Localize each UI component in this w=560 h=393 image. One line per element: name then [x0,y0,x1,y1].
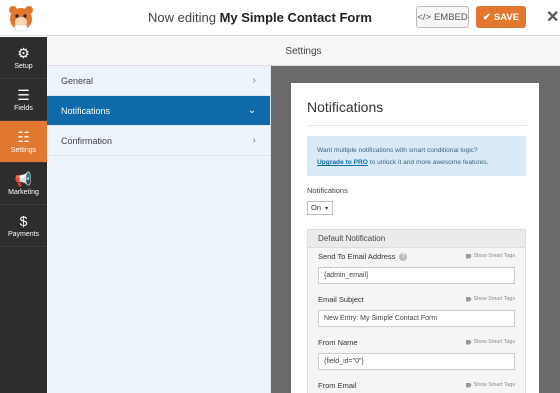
settings-nav-label: General [61,75,94,86]
chevron-right-icon: › [252,75,256,86]
settings-nav: General › Notifications ⌄ Confirmation › [47,66,271,393]
upgrade-notice-suffix: to unlock it and more awesome features. [367,159,489,166]
sidebar-item-setup[interactable]: ⚙ Setup [0,37,47,79]
settings-nav-label: Confirmation [61,135,113,146]
settings-nav-label: Notifications [61,105,111,116]
tag-icon [465,382,472,388]
sliders-icon: ☷ [17,129,30,145]
checkmark-icon: ✔ [482,11,491,23]
show-smart-tags-link[interactable]: Show Smart Tags [465,296,515,302]
gear-icon: ⚙ [17,45,30,61]
tag-icon [465,296,472,302]
default-notification-box: Default Notification Send To Email Addre… [307,229,526,393]
settings-nav-confirmation[interactable]: Confirmation › [47,126,270,156]
notifications-value: On [311,203,322,212]
sidebar-item-marketing[interactable]: 📢 Marketing [0,163,47,205]
email-subject-field: Email Subject Show Smart Tags New Entry:… [318,295,515,327]
show-smart-tags-link[interactable]: Show Smart Tags [465,253,515,259]
top-bar: Now editing My Simple Contact Form </> E… [0,0,560,36]
chevron-down-icon: ⌄ [247,105,256,116]
settings-nav-general[interactable]: General › [47,66,270,96]
upgrade-notice-text: Want multiple notifications with smart c… [317,147,478,154]
email-subject-input[interactable]: New Entry: My Simple Contact Form [318,310,515,327]
chevron-right-icon: › [252,135,256,146]
code-icon: </> [417,11,431,23]
show-smart-tags-link[interactable]: Show Smart Tags [465,339,515,345]
form-name: My Simple Contact Form [219,10,372,25]
sidebar-item-settings[interactable]: ☷ Settings [0,121,47,163]
field-label: Send To Email Address [318,252,396,261]
upgrade-link[interactable]: Upgrade to PRO [317,159,368,166]
tag-icon [465,339,472,345]
sidebar-item-label: Payments [7,231,40,238]
editing-prefix: Now editing [148,10,216,25]
sidebar-item-label: Setup [14,63,33,70]
megaphone-icon: 📢 [14,171,33,187]
default-notification-title: Default Notification [308,230,525,248]
from-email-field: From Email Show Smart Tags [318,381,515,390]
list-icon: ☰ [17,87,30,103]
send-to-email-field: Send To Email Address ? Show Smart Tags … [318,252,515,284]
panel-title: Notifications [307,99,384,115]
select-arrow-icon: ▾ [325,206,329,212]
notifications-label: Notifications [307,186,348,195]
notifications-select[interactable]: On ▾ [307,201,333,215]
notifications-panel: Notifications Want multiple notification… [291,83,539,393]
embed-button[interactable]: </> EMBED [416,6,469,28]
sidebar-item-label: Marketing [8,189,39,196]
upgrade-notice: Want multiple notifications with smart c… [307,136,526,176]
panel-divider [307,125,527,126]
save-label: SAVE [493,11,520,23]
sidebar-item-payments[interactable]: $ Payments [0,205,47,247]
settings-header: Settings [47,37,560,66]
help-icon[interactable]: ? [399,252,408,261]
show-smart-tags-link[interactable]: Show Smart Tags [465,382,515,388]
send-to-email-input[interactable]: {admin_email} [318,267,515,284]
sidebar-item-label: Settings [10,147,37,154]
save-button[interactable]: ✔ SAVE [476,6,526,28]
close-icon[interactable]: ✕ [546,7,559,27]
from-name-input[interactable]: {field_id="0"} [318,353,515,370]
from-name-field: From Name Show Smart Tags {field_id="0"} [318,338,515,370]
tag-icon [465,253,472,259]
sidebar-item-fields[interactable]: ☰ Fields [0,79,47,121]
dollar-icon: $ [19,213,28,229]
settings-nav-notifications[interactable]: Notifications ⌄ [47,96,270,126]
builder-sidebar: ⚙ Setup ☰ Fields ☷ Settings 📢 Marketing … [0,37,47,393]
embed-label: EMBED [433,11,468,23]
sidebar-item-label: Fields [14,105,33,112]
